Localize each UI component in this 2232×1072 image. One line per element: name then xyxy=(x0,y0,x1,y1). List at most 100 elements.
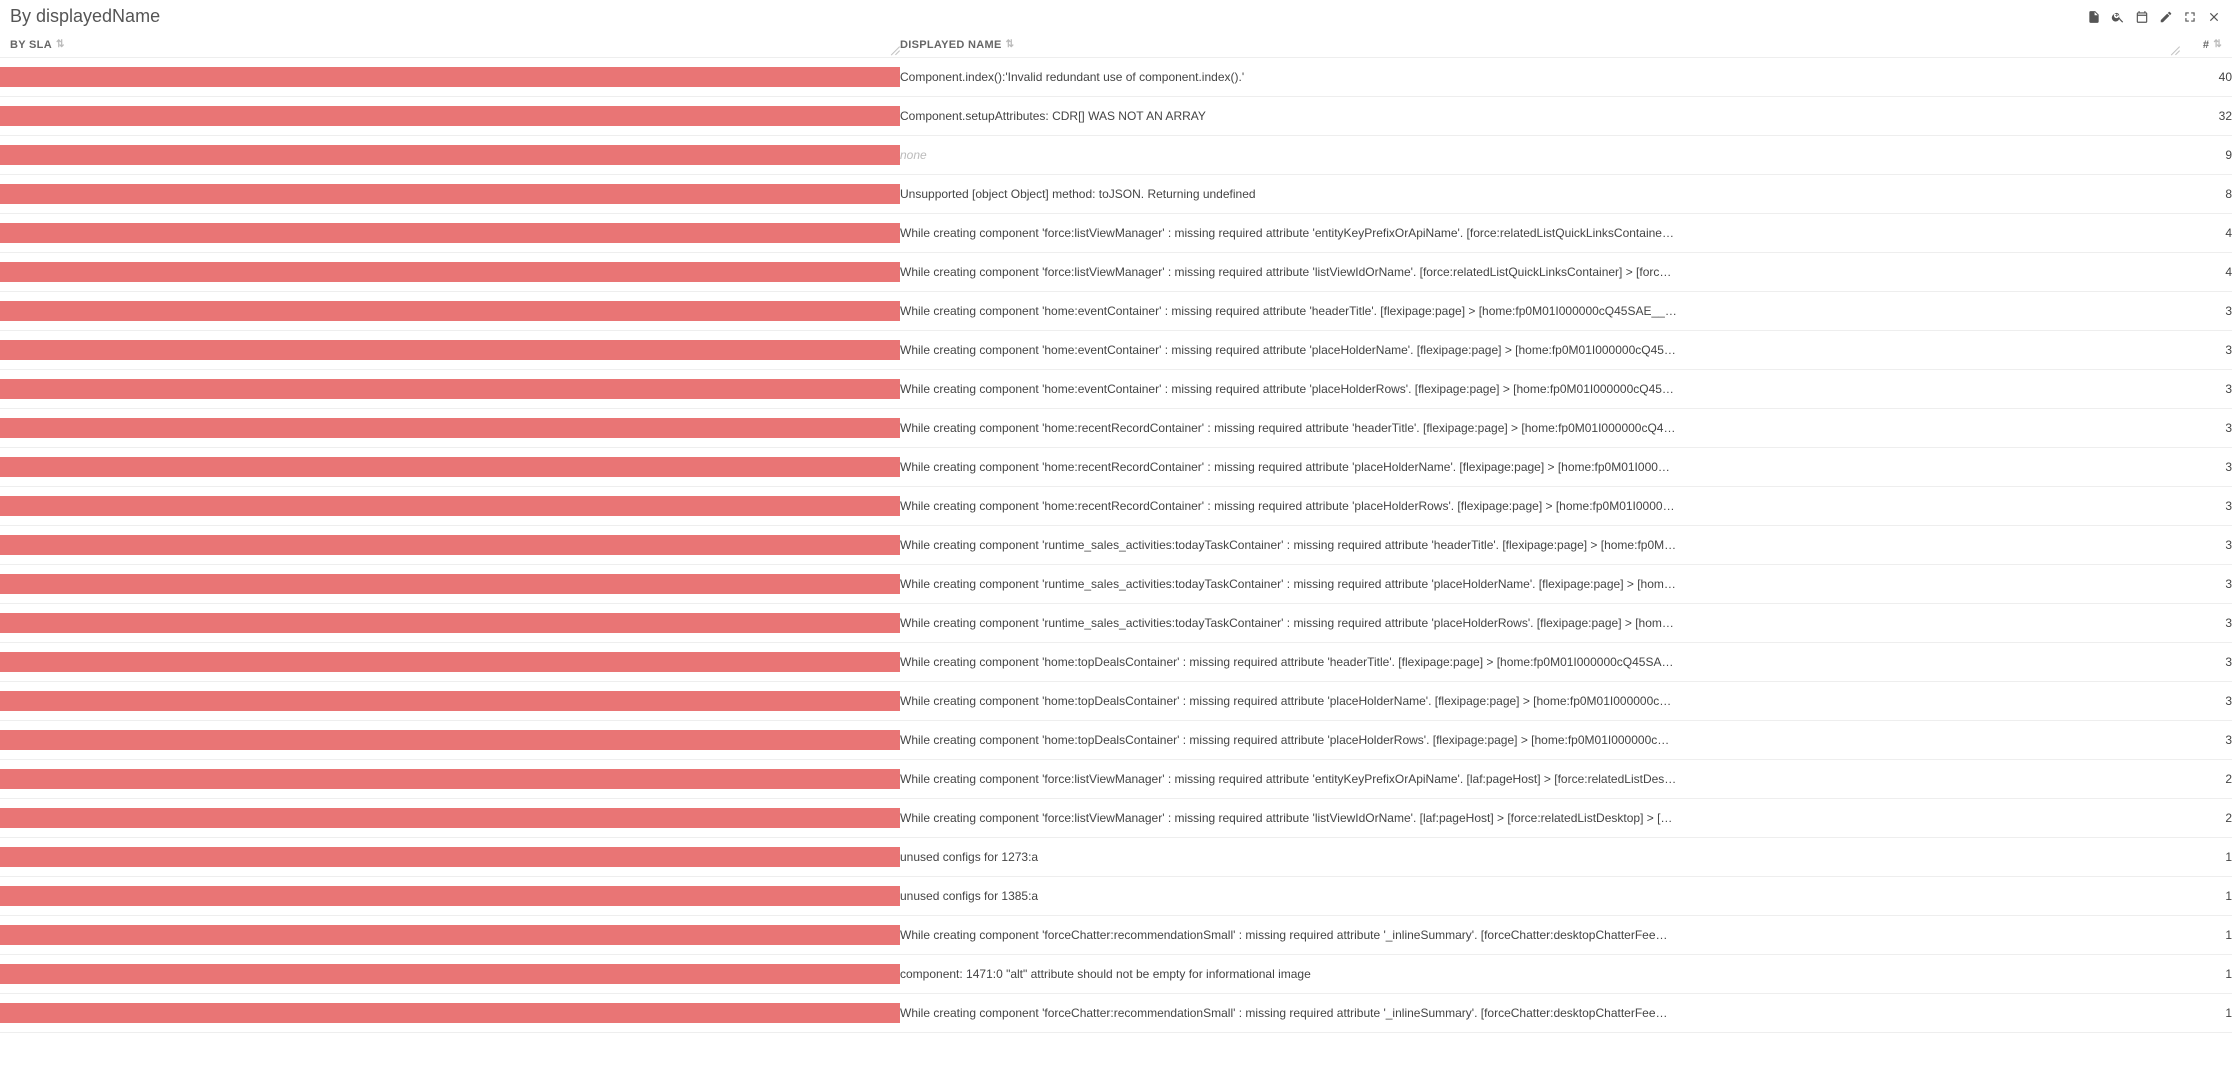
table-row[interactable]: While creating component 'forceChatter:r… xyxy=(0,916,2232,955)
sla-cell xyxy=(0,253,900,292)
sla-cell xyxy=(0,331,900,370)
table-row[interactable]: While creating component 'home:topDealsC… xyxy=(0,643,2232,682)
sla-cell xyxy=(0,214,900,253)
sla-bar xyxy=(0,730,900,750)
sla-cell xyxy=(0,448,900,487)
displayed-name-cell: While creating component 'home:eventCont… xyxy=(900,292,2180,331)
count-cell: 3 xyxy=(2180,565,2232,604)
table-row[interactable]: While creating component 'home:topDealsC… xyxy=(0,682,2232,721)
sla-bar xyxy=(0,379,900,399)
displayed-name-cell: While creating component 'home:recentRec… xyxy=(900,448,2180,487)
table-row[interactable]: While creating component 'forceChatter:r… xyxy=(0,994,2232,1033)
table-row[interactable]: none9 xyxy=(0,136,2232,175)
table-row[interactable]: While creating component 'force:listView… xyxy=(0,799,2232,838)
sla-cell xyxy=(0,643,900,682)
displayed-name-cell: While creating component 'runtime_sales_… xyxy=(900,604,2180,643)
close-button[interactable] xyxy=(2206,9,2222,25)
displayed-name-cell: While creating component 'home:eventCont… xyxy=(900,331,2180,370)
sla-cell xyxy=(0,409,900,448)
sort-icon: ⇅ xyxy=(1006,40,1015,50)
sla-bar xyxy=(0,223,900,243)
column-resize-handle[interactable] xyxy=(886,37,900,51)
count-cell: 1 xyxy=(2180,838,2232,877)
sla-cell xyxy=(0,682,900,721)
column-resize-handle[interactable] xyxy=(2166,37,2180,51)
sort-icon: ⇅ xyxy=(2213,40,2222,50)
column-header-label: BY SLA xyxy=(10,39,52,51)
sla-cell xyxy=(0,292,900,331)
sla-bar xyxy=(0,1003,900,1023)
sla-cell xyxy=(0,136,900,175)
displayed-name-cell: While creating component 'forceChatter:r… xyxy=(900,994,2180,1033)
count-cell: 3 xyxy=(2180,643,2232,682)
count-cell: 40 xyxy=(2180,58,2232,97)
displayed-name-cell: component: 1471:0 "alt" attribute should… xyxy=(900,955,2180,994)
fullscreen-button[interactable] xyxy=(2182,9,2198,25)
zoom-button[interactable] xyxy=(2110,9,2126,25)
sla-bar xyxy=(0,301,900,321)
column-header-count[interactable]: # ⇅ xyxy=(2180,39,2222,51)
edit-button[interactable] xyxy=(2158,9,2174,25)
sla-cell xyxy=(0,58,900,97)
sla-cell xyxy=(0,955,900,994)
table-row[interactable]: Component.setupAttributes: CDR[] WAS NOT… xyxy=(0,97,2232,136)
table-row[interactable]: While creating component 'home:eventCont… xyxy=(0,292,2232,331)
count-cell: 1 xyxy=(2180,916,2232,955)
table-row[interactable]: While creating component 'home:eventCont… xyxy=(0,331,2232,370)
sla-cell xyxy=(0,916,900,955)
table-row[interactable]: While creating component 'home:recentRec… xyxy=(0,448,2232,487)
table-row[interactable]: unused configs for 1273:a1 xyxy=(0,838,2232,877)
sla-cell xyxy=(0,994,900,1033)
sla-cell xyxy=(0,370,900,409)
fullscreen-icon xyxy=(2183,10,2197,24)
table-row[interactable]: While creating component 'runtime_sales_… xyxy=(0,604,2232,643)
displayed-name-cell: While creating component 'force:listView… xyxy=(900,214,2180,253)
table-row[interactable]: While creating component 'home:recentRec… xyxy=(0,487,2232,526)
column-header-by-sla[interactable]: BY SLA ⇅ xyxy=(10,39,900,51)
table-row[interactable]: component: 1471:0 "alt" attribute should… xyxy=(0,955,2232,994)
sla-bar xyxy=(0,496,900,516)
sla-cell xyxy=(0,721,900,760)
displayed-name-cell: While creating component 'home:recentRec… xyxy=(900,409,2180,448)
sla-bar xyxy=(0,652,900,672)
sla-bar xyxy=(0,340,900,360)
sla-bar xyxy=(0,535,900,555)
table-row[interactable]: Unsupported [object Object] method: toJS… xyxy=(0,175,2232,214)
displayed-name-cell: While creating component 'home:topDealsC… xyxy=(900,721,2180,760)
table-row[interactable]: While creating component 'home:topDealsC… xyxy=(0,721,2232,760)
count-cell: 9 xyxy=(2180,136,2232,175)
count-cell: 3 xyxy=(2180,526,2232,565)
displayed-name-cell: While creating component 'runtime_sales_… xyxy=(900,526,2180,565)
table-row[interactable]: While creating component 'runtime_sales_… xyxy=(0,565,2232,604)
export-button[interactable] xyxy=(2086,9,2102,25)
sla-bar xyxy=(0,769,900,789)
table-row[interactable]: While creating component 'home:recentRec… xyxy=(0,409,2232,448)
table-row[interactable]: While creating component 'force:listView… xyxy=(0,760,2232,799)
count-cell: 3 xyxy=(2180,448,2232,487)
table-row[interactable]: While creating component 'force:listView… xyxy=(0,253,2232,292)
displayed-name-cell: While creating component 'forceChatter:r… xyxy=(900,916,2180,955)
sla-bar xyxy=(0,106,900,126)
displayed-name-cell: Unsupported [object Object] method: toJS… xyxy=(900,175,2180,214)
displayed-name-cell: While creating component 'home:topDealsC… xyxy=(900,682,2180,721)
toolbar xyxy=(2086,9,2222,25)
magnify-plus-icon xyxy=(2111,10,2125,24)
pencil-icon xyxy=(2159,10,2173,24)
column-header-displayed-name[interactable]: DISPLAYED NAME ⇅ xyxy=(900,39,2180,51)
table-row[interactable]: While creating component 'force:listView… xyxy=(0,214,2232,253)
table-row[interactable]: unused configs for 1385:a1 xyxy=(0,877,2232,916)
sla-cell xyxy=(0,604,900,643)
sla-bar xyxy=(0,145,900,165)
table-row[interactable]: Component.index():'Invalid redundant use… xyxy=(0,58,2232,97)
count-cell: 2 xyxy=(2180,760,2232,799)
time-range-button[interactable] xyxy=(2134,9,2150,25)
sla-cell xyxy=(0,760,900,799)
sla-cell xyxy=(0,526,900,565)
column-header-label: # xyxy=(2203,39,2209,51)
sla-cell xyxy=(0,838,900,877)
table-row[interactable]: While creating component 'home:eventCont… xyxy=(0,370,2232,409)
displayed-name-cell: While creating component 'force:listView… xyxy=(900,253,2180,292)
displayed-name-cell: While creating component 'home:recentRec… xyxy=(900,487,2180,526)
sla-cell xyxy=(0,487,900,526)
table-row[interactable]: While creating component 'runtime_sales_… xyxy=(0,526,2232,565)
